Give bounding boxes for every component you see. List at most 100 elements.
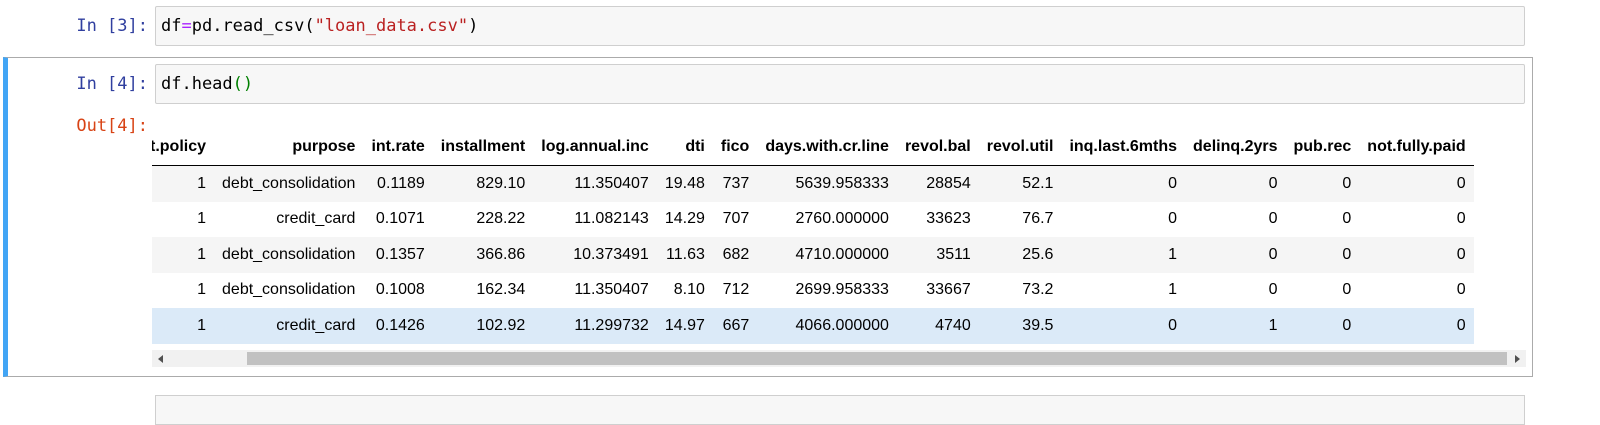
table-cell: 0 <box>1268 245 1278 263</box>
column-header: not.fully.paid <box>1359 129 1474 166</box>
code-var: df <box>161 16 182 36</box>
table-cell: debt_consolidation <box>222 245 356 263</box>
column-header: revol.bal <box>896 129 979 166</box>
table-cell: 0 <box>1342 316 1352 334</box>
table-cell: 1 <box>197 316 207 334</box>
table-cell: debt_consolidation <box>222 174 356 192</box>
table-cell: 33667 <box>926 281 971 299</box>
table-cell: 682 <box>722 245 750 263</box>
column-header: int.rate <box>363 129 433 166</box>
column-header: dti <box>656 129 713 166</box>
table-cell: 366.86 <box>476 245 526 263</box>
table-cell: 0.1426 <box>375 316 425 334</box>
table-cell: 73.2 <box>1022 281 1054 299</box>
table-cell: 1 <box>197 174 207 192</box>
scroll-left-arrow-icon[interactable] <box>152 350 169 367</box>
table-cell: 829.10 <box>476 174 526 192</box>
code-call: pd.read_csv( <box>191 16 315 36</box>
column-header: fico <box>712 129 758 166</box>
table-cell: 0 <box>1456 174 1466 192</box>
table-cell: 737 <box>722 174 750 192</box>
table-cell: 11.63 <box>666 245 705 263</box>
code-input-3[interactable]: df=pd.read_csv("loan_data.csv") <box>155 6 1525 46</box>
column-header: pub.rec <box>1285 129 1360 166</box>
code-call: df.head <box>161 74 233 94</box>
table-cell: 3511 <box>936 245 971 263</box>
table-cell: 0 <box>1456 316 1466 334</box>
table-cell: 1 <box>1168 245 1178 263</box>
table-cell: 0 <box>1168 174 1178 192</box>
table-cell: 2699.958333 <box>795 281 889 299</box>
table-cell: 39.5 <box>1022 316 1054 334</box>
table-cell: 76.7 <box>1022 210 1054 228</box>
table-cell: 0 <box>1168 210 1178 228</box>
table-cell: 0.1189 <box>377 174 425 192</box>
horizontal-scrollbar[interactable] <box>152 350 1526 367</box>
input-prompt-4: In [4]: <box>76 74 148 94</box>
code-input-4[interactable]: df.head() <box>155 64 1525 104</box>
table-cell: 0 <box>1268 174 1278 192</box>
table-body: 1 debt_consolidation 0.1189 829.10 11.350407… <box>152 165 1474 344</box>
table-row: 1 debt_consolidation 0.1189 829.10 11.350407… <box>152 165 1474 202</box>
table-cell: 10.373491 <box>573 245 649 263</box>
table-cell: 28854 <box>926 174 971 192</box>
table-cell: 162.34 <box>476 281 526 299</box>
table-cell: 1 <box>197 245 207 263</box>
column-header: revol.util <box>978 129 1062 166</box>
table-cell: 8.10 <box>673 281 705 299</box>
table-cell: 1 <box>1168 281 1178 299</box>
scroll-right-arrow-icon[interactable] <box>1509 350 1526 367</box>
code-parens: () <box>232 74 254 94</box>
table-cell: 2760.000000 <box>795 210 889 228</box>
table-cell: 712 <box>722 281 750 299</box>
table-cell: 1 <box>197 210 207 228</box>
table-cell: 52.1 <box>1022 174 1054 192</box>
code-close-paren: ) <box>468 16 479 36</box>
table-cell: 0 <box>1456 245 1466 263</box>
table-cell: debt_consolidation <box>222 281 356 299</box>
table-cell: 4740 <box>935 316 971 334</box>
table-cell: 0 <box>1342 281 1352 299</box>
code-string: "loan_data.csv" <box>314 16 469 36</box>
code-operator: = <box>181 16 192 36</box>
column-header: t.policy <box>152 129 215 166</box>
column-header: delinq.2yrs <box>1185 129 1286 166</box>
table-cell: 19.48 <box>664 174 705 192</box>
table-cell: 4710.000000 <box>795 245 889 263</box>
dataframe-table: t.policy purpose int.rate installment log.an… <box>152 129 1474 344</box>
table-row: 1 credit_card 0.1071 228.22 11.082143 14.29 70… <box>152 201 1474 237</box>
table-cell: 0.1357 <box>375 245 425 263</box>
table-row: 1 credit_card 0.1426 102.92 11.299732 14.97 66… <box>152 308 1474 344</box>
table-cell: 33623 <box>926 210 971 228</box>
table-cell: 4066.000000 <box>795 316 889 334</box>
table-cell: 0 <box>1456 281 1466 299</box>
table-cell: 102.92 <box>476 316 526 334</box>
table-cell: 11.299732 <box>574 316 649 334</box>
table-cell: 1 <box>1268 316 1278 334</box>
table-cell: 25.6 <box>1022 245 1054 263</box>
table-cell: 0 <box>1342 245 1352 263</box>
table-cell: 0 <box>1168 316 1178 334</box>
table-cell: 228.22 <box>476 210 526 228</box>
table-cell: credit_card <box>276 210 356 228</box>
table-cell: 11.350407 <box>574 174 649 192</box>
table-cell: 0 <box>1456 210 1466 228</box>
next-code-input[interactable] <box>155 395 1525 425</box>
input-prompt-3: In [3]: <box>76 16 148 36</box>
output-prompt-4: Out[4]: <box>76 116 148 136</box>
table-cell: 11.350407 <box>574 281 649 299</box>
column-header: days.with.cr.line <box>757 129 897 166</box>
table-cell: 707 <box>722 210 750 228</box>
table-cell: 0 <box>1342 210 1352 228</box>
table-cell: 0 <box>1342 174 1352 192</box>
table-cell: 14.97 <box>664 316 705 334</box>
table-cell: 5639.958333 <box>795 174 889 192</box>
table-header-row: t.policy purpose int.rate installment log.an… <box>152 129 1474 166</box>
column-header: purpose <box>214 129 364 166</box>
dataframe-output: t.policy purpose int.rate installment log.an… <box>152 129 1526 344</box>
table-cell: credit_card <box>276 316 356 334</box>
column-header: log.annual.inc <box>533 129 657 166</box>
column-header: installment <box>432 129 534 166</box>
scrollbar-thumb[interactable] <box>247 352 1507 365</box>
table-cell: 0.1008 <box>375 281 425 299</box>
